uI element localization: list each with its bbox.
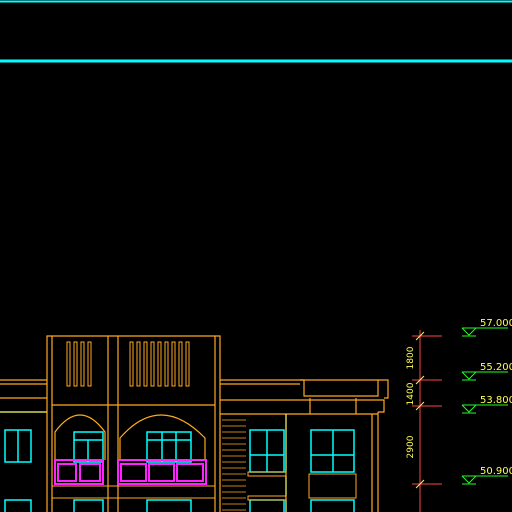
elevation-marker-50900: 50.900 [461, 466, 512, 485]
right-parapet [300, 379, 379, 397]
balcony-rail-right [117, 459, 207, 485]
elevation-text-53800: 53.800 [480, 395, 512, 406]
window-left-wing-lower [4, 499, 32, 512]
window-tower-lower-right [146, 499, 192, 512]
stair-window [222, 419, 246, 511]
elevation-text-55200: 55.200 [480, 362, 512, 373]
dimension-chain [412, 330, 442, 512]
dimension-label-2900: 2900 [406, 435, 416, 458]
window-tower-right [146, 431, 192, 463]
balcony-rails [54, 459, 207, 485]
balcony-slab [52, 485, 215, 499]
cad-elevation-drawing: 1800 1400 2900 57.000 55.200 53.800 50.9… [0, 0, 512, 512]
window-right-wing-a [249, 429, 285, 473]
window-right-wing-b [310, 429, 355, 473]
tower-grille-left [66, 341, 92, 387]
window-tower-left [73, 431, 104, 463]
right-wing-cornice [220, 399, 385, 413]
window-right-wing-lower-b [310, 499, 355, 512]
left-arch [54, 414, 106, 460]
elevation-marker-57000: 57.000 [461, 318, 512, 337]
elevation-marker-55200: 55.200 [461, 362, 512, 381]
tower-grille-right [129, 341, 190, 387]
window-ledges [247, 471, 357, 501]
window-tower-lower-left [73, 499, 104, 512]
elevation-text-50900: 50.900 [480, 466, 512, 477]
balcony-rail-left [54, 459, 104, 485]
elevation-marker-53800: 53.800 [461, 395, 512, 414]
window-left-wing [4, 429, 32, 463]
dimension-label-1800: 1800 [406, 346, 416, 369]
dimension-label-1400: 1400 [406, 382, 416, 405]
window-right-wing-lower-a [249, 499, 285, 512]
elevation-text-57000: 57.000 [480, 318, 512, 329]
